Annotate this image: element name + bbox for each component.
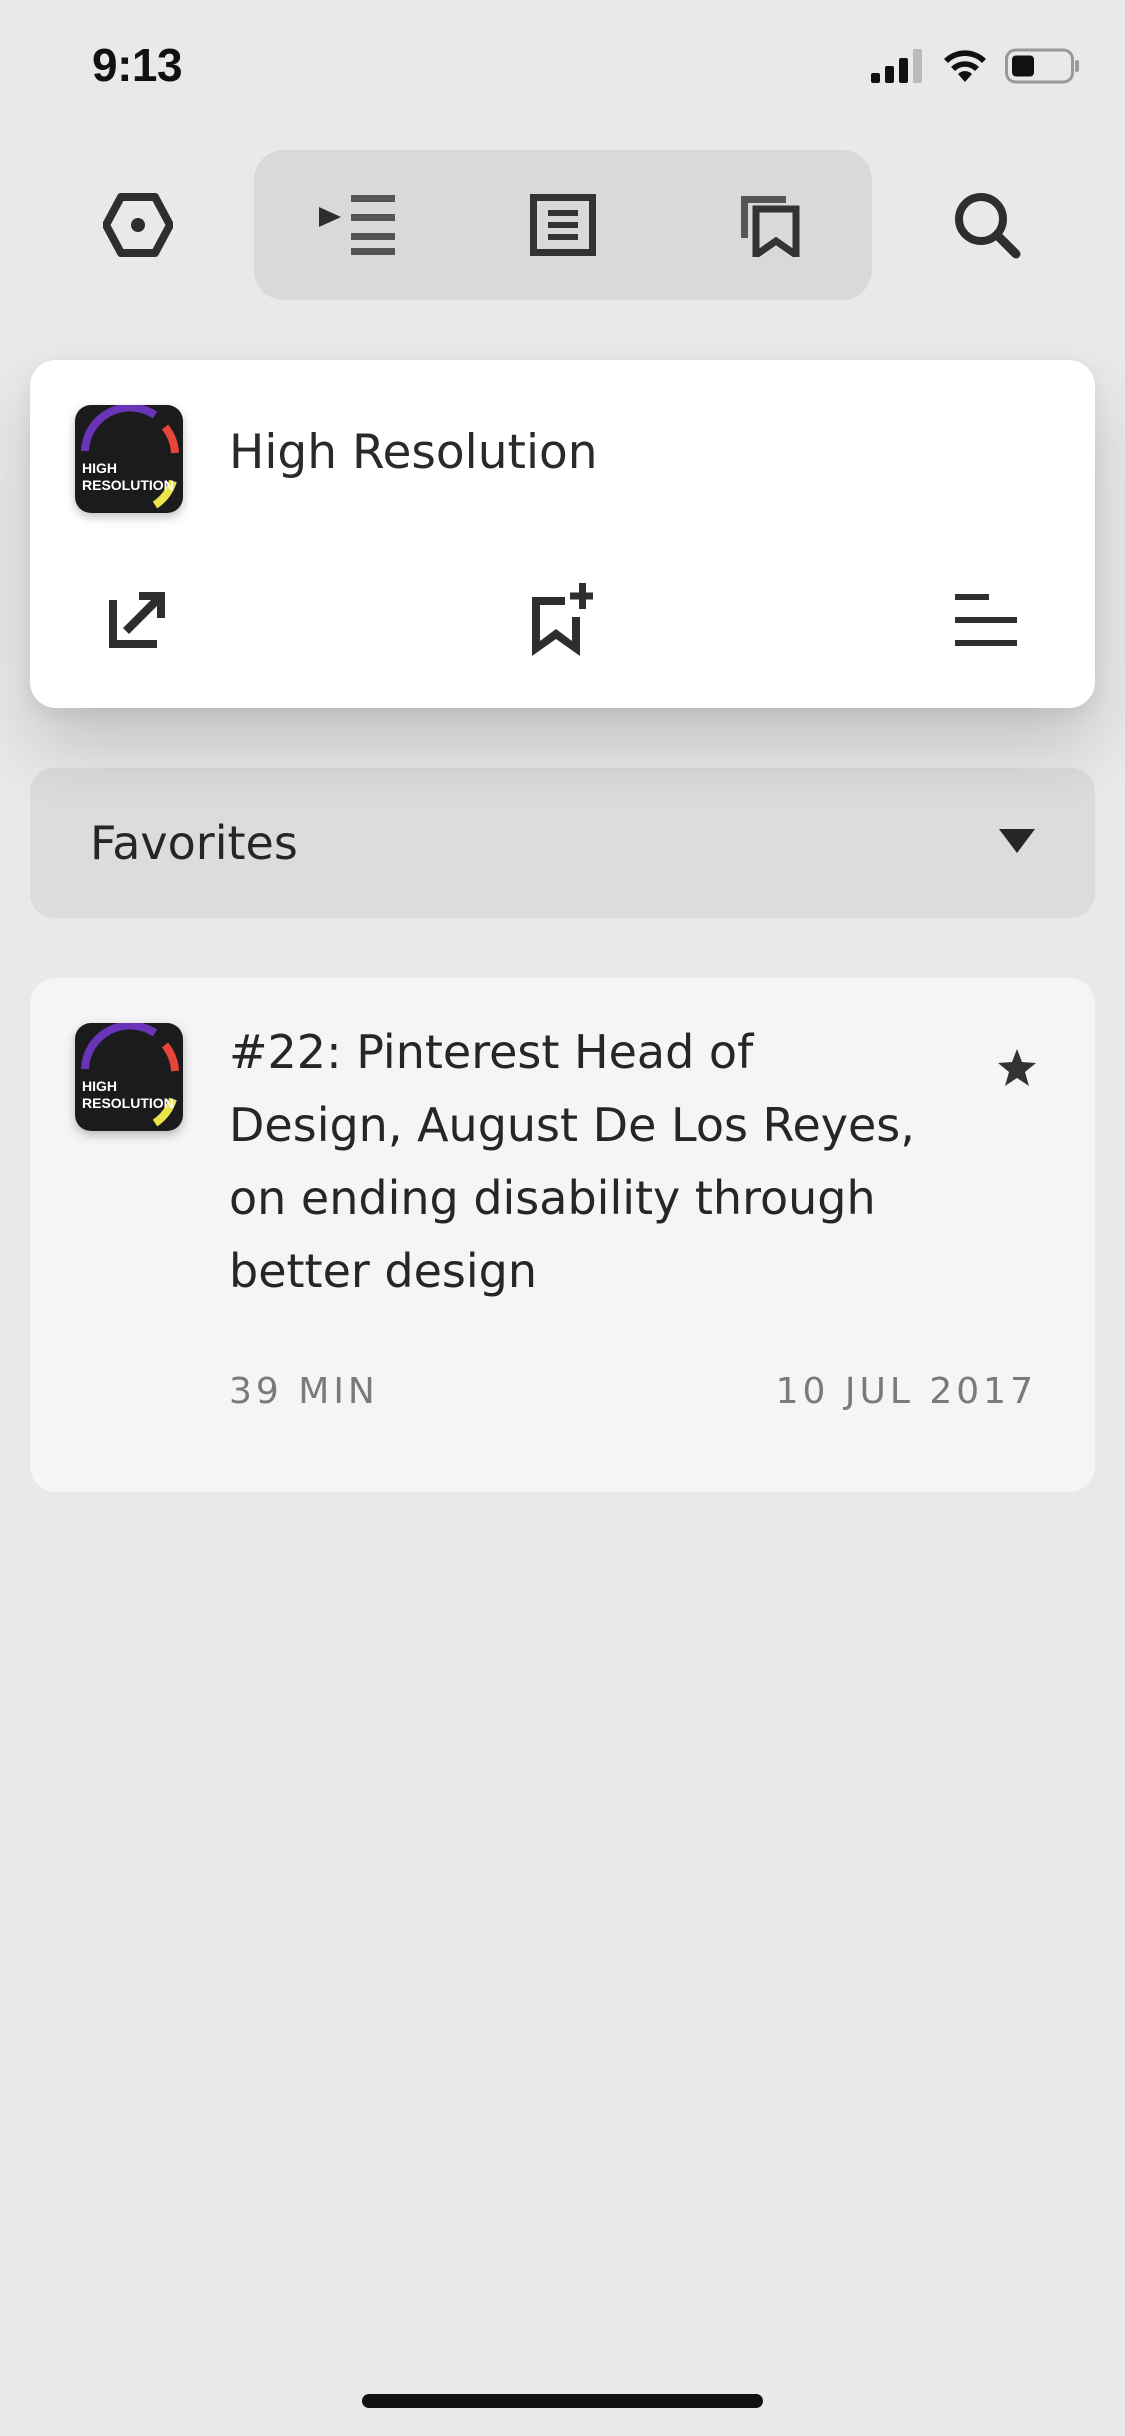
settings-button[interactable] <box>88 185 188 265</box>
tab-queue[interactable] <box>254 150 460 300</box>
feed-list-icon <box>530 194 596 256</box>
podcast-artwork[interactable]: HIGH RESOLUTION <box>75 405 183 513</box>
top-toolbar <box>0 150 1125 300</box>
settings-hexagon-icon <box>103 193 173 257</box>
artwork-text-line1: HIGH <box>82 460 117 476</box>
status-icons <box>871 48 1081 84</box>
tab-feeds[interactable] <box>460 150 666 300</box>
signal-icon <box>871 49 922 83</box>
share-button[interactable] <box>87 570 187 670</box>
episode-list-button[interactable] <box>936 570 1036 670</box>
episode-date: 10 JUL 2017 <box>775 1371 1037 1412</box>
podcast-popup-card: HIGH RESOLUTION High Resolution <box>30 360 1095 708</box>
artwork-text-line2: RESOLUTION <box>82 477 174 493</box>
episode-artwork-text-line1: HIGH <box>82 1078 117 1094</box>
star-icon[interactable] <box>997 1048 1037 1088</box>
podcast-title[interactable]: High Resolution <box>229 425 598 480</box>
view-segmented-control <box>254 150 872 300</box>
search-button[interactable] <box>937 185 1037 265</box>
add-bookmark-icon <box>532 583 593 656</box>
search-icon <box>955 193 1021 259</box>
episode-artwork-text-line2: RESOLUTION <box>82 1095 174 1111</box>
episode-list-icon <box>955 594 1017 646</box>
favorites-label: Favorites <box>90 816 298 870</box>
status-bar: 9:13 <box>0 0 1125 135</box>
bookmarks-icon <box>741 196 800 257</box>
episode-artwork: HIGH RESOLUTION <box>75 1023 183 1131</box>
episode-card[interactable]: HIGH RESOLUTION #22: Pinterest Head of D… <box>30 978 1095 1492</box>
chevron-down-icon <box>999 829 1035 853</box>
podcast-artwork-image: HIGH RESOLUTION <box>75 405 183 513</box>
add-bookmark-button[interactable] <box>510 570 610 670</box>
queue-icon <box>319 195 395 255</box>
episode-artwork-image: HIGH RESOLUTION <box>75 1023 183 1131</box>
share-icon <box>109 592 165 648</box>
status-time: 9:13 <box>92 39 183 91</box>
home-indicator[interactable] <box>362 2394 763 2408</box>
wifi-icon <box>944 50 986 82</box>
episode-title: #22: Pinterest Head of Design, August De… <box>229 1025 915 1298</box>
favorites-dropdown[interactable]: Favorites <box>30 768 1095 918</box>
tab-bookmarks[interactable] <box>666 150 872 300</box>
battery-icon <box>1005 48 1079 84</box>
episode-duration: 39 MIN <box>229 1371 379 1412</box>
